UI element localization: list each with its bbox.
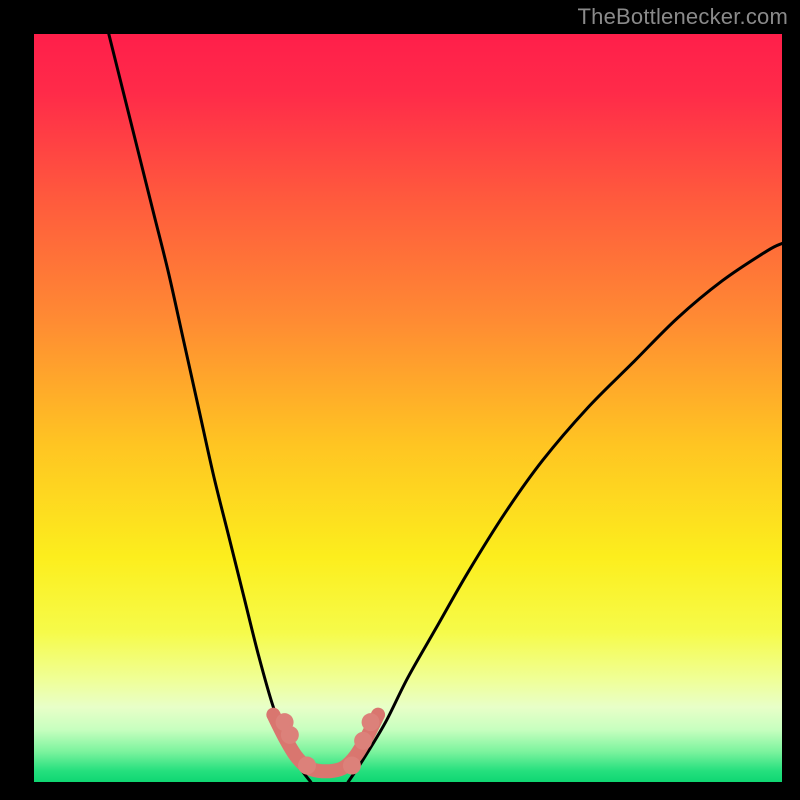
trough-marker: [343, 757, 361, 775]
watermark-text: TheBottlenecker.com: [578, 4, 788, 30]
curve-right: [348, 243, 782, 782]
chart-frame: TheBottlenecker.com: [0, 0, 800, 800]
curve-left: [109, 34, 311, 782]
plot-area: [34, 34, 782, 782]
trough-marker: [281, 726, 299, 744]
trough-marker: [298, 757, 316, 775]
trough-marker: [362, 713, 380, 731]
curves-layer: [34, 34, 782, 782]
trough-marker: [354, 732, 372, 750]
